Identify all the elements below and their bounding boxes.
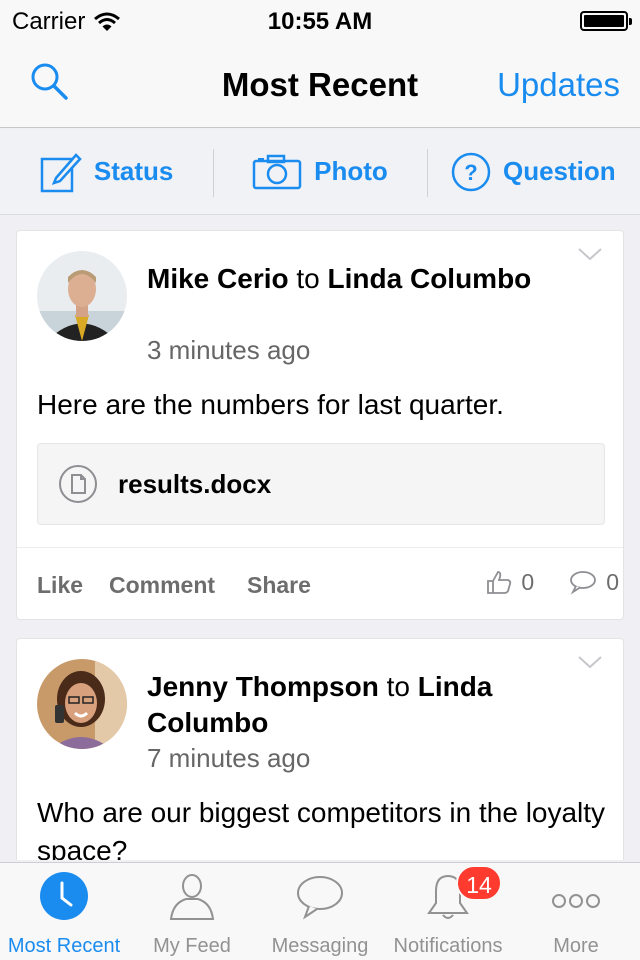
speech-bubble-icon (297, 876, 343, 920)
tab-my-feed[interactable]: My Feed (128, 863, 256, 960)
tab-bar: Most Recent My Feed Messaging 14 Notific… (0, 862, 640, 960)
author-name[interactable]: Mike Cerio (147, 263, 289, 294)
comment-button[interactable]: Comment (109, 572, 215, 599)
tab-label: Messaging (271, 935, 369, 957)
battery-icon (580, 11, 632, 31)
thumbs-up-icon (487, 571, 512, 594)
attachment[interactable]: results.docx (37, 443, 605, 525)
ellipsis-icon (552, 894, 600, 908)
camera-icon (252, 154, 302, 189)
question-button[interactable]: ? Question (426, 129, 640, 214)
compose-bar: Status Photo ? Question (0, 129, 640, 215)
attachment-filename: results.docx (118, 468, 272, 499)
chevron-down-icon[interactable] (577, 655, 603, 669)
document-icon (59, 465, 97, 503)
compose-icon (40, 152, 82, 192)
tab-more[interactable]: More (512, 863, 640, 960)
status-time: 10:55 AM (267, 8, 373, 35)
post-counts: 0 0 (485, 568, 619, 596)
avatar[interactable] (37, 251, 127, 341)
post-actions: Like Comment Share 0 0 (17, 547, 623, 619)
feed-post: Mike Cerio to Linda Columbo 3 minutes ag… (16, 230, 624, 620)
share-button[interactable]: Share (247, 572, 311, 599)
photo-label: Photo (314, 156, 388, 186)
tab-messaging[interactable]: Messaging (256, 863, 384, 960)
person-icon (169, 874, 215, 920)
post-body: Who are our biggest competitors in the l… (37, 797, 606, 860)
post-time: 3 minutes ago (147, 335, 311, 365)
feed: Mike Cerio to Linda Columbo 3 minutes ag… (0, 215, 640, 860)
post-time: 7 minutes ago (147, 743, 311, 773)
status-button[interactable]: Status (0, 129, 213, 214)
author-name[interactable]: Jenny Thompson (147, 671, 379, 702)
post-header: Jenny Thompson to Linda Columbo (147, 669, 567, 741)
connector-text: to (296, 263, 320, 294)
recipient-name[interactable]: Linda Columbo (328, 263, 532, 294)
like-button[interactable]: Like (37, 572, 83, 599)
question-label: Question (502, 156, 616, 186)
like-count: 0 (521, 568, 535, 595)
connector-text: to (386, 671, 410, 702)
status-bar: Carrier 10:55 AM (0, 0, 640, 40)
post-body: Here are the numbers for last quarter. (37, 389, 504, 420)
comment-count: 0 (606, 568, 619, 595)
tab-label: Most Recent (7, 935, 121, 957)
question-icon: ? (451, 152, 491, 191)
photo-button[interactable]: Photo (213, 129, 426, 214)
updates-button[interactable]: Updates (497, 66, 620, 104)
clock-icon (40, 872, 88, 920)
navigation-bar: Most Recent Updates (0, 40, 640, 128)
notification-badge: 14 (456, 865, 502, 901)
chevron-down-icon[interactable] (577, 247, 603, 261)
comment-icon (570, 571, 597, 595)
tab-most-recent[interactable]: Most Recent (0, 863, 128, 960)
avatar[interactable] (37, 659, 127, 749)
post-header: Mike Cerio to Linda Columbo (147, 261, 567, 297)
tab-label: More (553, 935, 599, 957)
tab-notifications[interactable]: 14 Notifications (384, 863, 512, 960)
tab-label: My Feed (153, 935, 231, 957)
status-label: Status (93, 156, 174, 186)
feed-post: Jenny Thompson to Linda Columbo 7 minute… (16, 638, 624, 860)
svg-text:?: ? (464, 160, 477, 185)
tab-label: Notifications (393, 935, 503, 957)
